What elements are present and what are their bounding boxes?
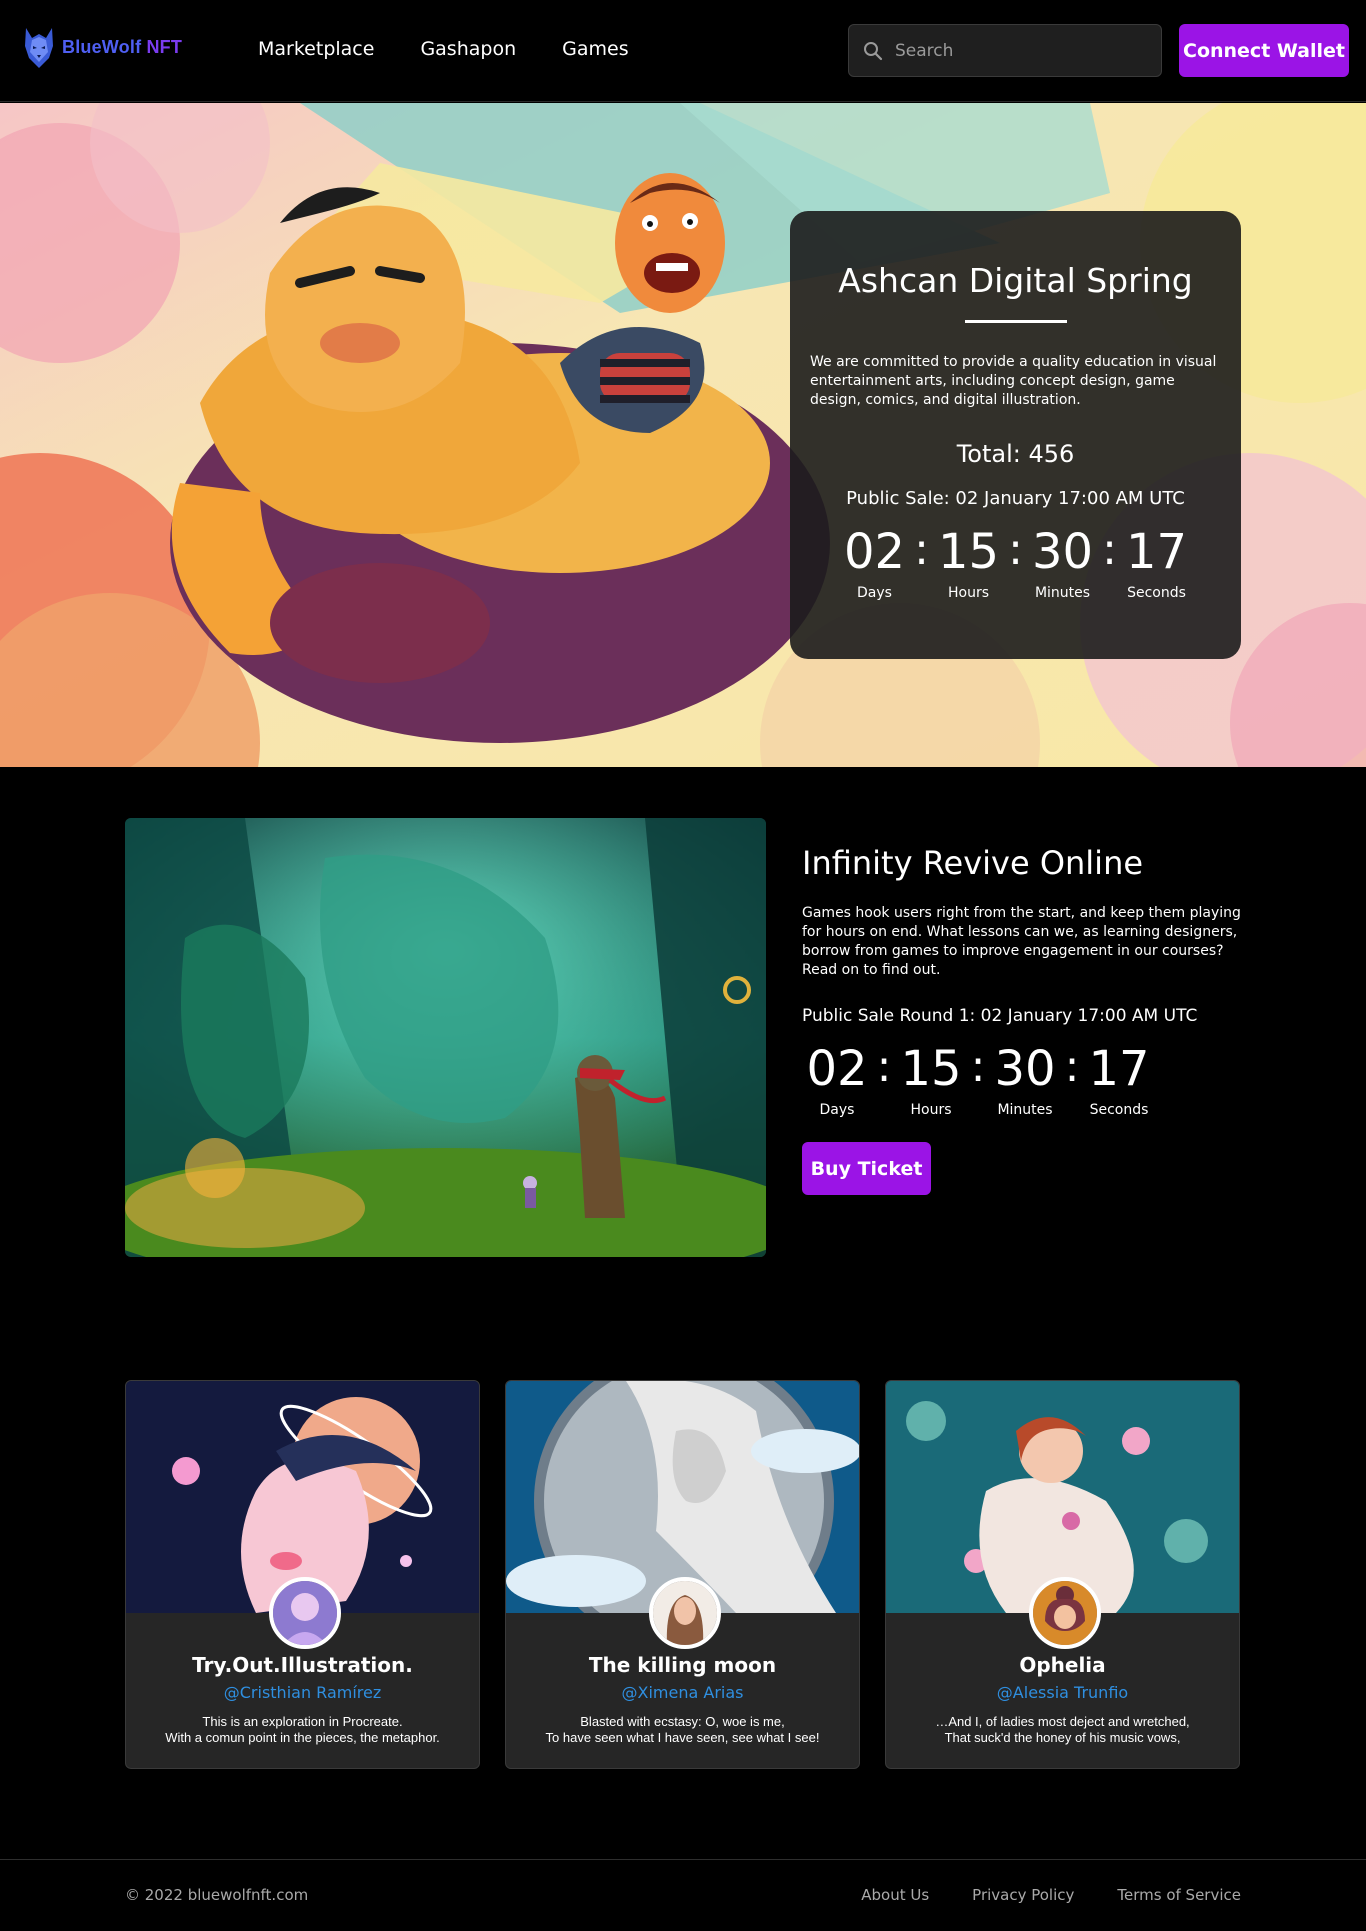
title-divider [964,320,1067,323]
countdown-hours: 15 Hours [934,523,1004,601]
hero-public-sale: Public Sale: 02 January 17:00 AM UTC [846,488,1185,509]
nft-card-description: This is an exploration in Procreate. Wit… [165,1714,440,1745]
copyright-text: © 2022 bluewolfnft.com [125,1886,309,1904]
hero-countdown: 02 Days : 15 Hours : 30 Minutes : 17 Sec… [790,523,1241,601]
site-footer: © 2022 bluewolfnft.com About Us Privacy … [0,1859,1366,1931]
countdown-seconds-value: 17 [1125,524,1188,580]
nft-collection-cards: Try.Out.Illustration. @Cristhian Ramírez… [125,1380,1241,1769]
brand-name-main: BlueWolf [62,36,142,57]
countdown-minutes-label: Minutes [1034,585,1091,601]
avatar-image [273,1581,337,1645]
avatar-image [1033,1581,1097,1645]
nft-card-description: Blasted with ecstasy: O, woe is me, To h… [545,1714,820,1745]
countdown-separator: : [1008,524,1023,575]
countdown-hours: 15 Hours [896,1040,966,1118]
countdown-separator: : [876,1041,892,1092]
countdown-days-label: Days [857,585,892,601]
hero-description: We are committed to provide a quality ed… [810,354,1217,408]
hero-total: Total: 456 [956,440,1075,468]
countdown-separator: : [1064,1041,1080,1092]
countdown-days-value: 02 [843,524,906,580]
author-avatar[interactable] [649,1577,721,1649]
search-input[interactable] [895,40,1145,61]
countdown-seconds: 17 Seconds [1084,1040,1154,1118]
brand-logo[interactable]: BlueWolf NFT [22,24,182,70]
author-avatar[interactable] [269,1577,341,1649]
nft-card-title: The killing moon [588,1653,777,1677]
countdown-separator: : [914,524,929,575]
wolf-logo-icon [25,28,53,68]
countdown-seconds-value: 17 [1088,1041,1150,1097]
nav-link-marketplace[interactable]: Marketplace [258,38,374,60]
countdown-separator: : [970,1041,986,1092]
nft-card[interactable]: Ophelia @Alessia Trunfio …And I, of ladi… [885,1380,1240,1769]
hero-title: Ashcan Digital Spring [838,261,1193,300]
nft-card-author[interactable]: @Ximena Arias [622,1683,744,1702]
nft-card-description: …And I, of ladies most deject and wretch… [935,1714,1190,1745]
search-box[interactable] [848,24,1162,77]
footer-link-privacy[interactable]: Privacy Policy [972,1886,1074,1904]
feature-drop-info: Infinity Revive Online Games hook users … [802,844,1242,1195]
footer-nav: About Us Privacy Policy Terms of Service [861,1886,1241,1904]
nft-card-title: Try.Out.Illustration. [192,1653,413,1677]
nft-card[interactable]: Try.Out.Illustration. @Cristhian Ramírez… [125,1380,480,1769]
countdown-days-label: Days [819,1102,855,1118]
nav-link-gashapon[interactable]: Gashapon [420,38,516,60]
nft-card[interactable]: The killing moon @Ximena Arias Blasted w… [505,1380,860,1769]
countdown-hours-value: 15 [900,1041,962,1097]
brand-name: BlueWolf NFT [62,37,182,58]
hero-drop-card: Ashcan Digital Spring We are committed t… [790,211,1241,659]
countdown-separator: : [1102,524,1117,575]
main-nav: Marketplace Gashapon Games [258,38,629,60]
countdown-days: 02 Days [802,1040,872,1118]
countdown-minutes: 30 Minutes [1028,523,1098,601]
feature-countdown: 02 Days : 15 Hours : 30 Minutes : 17 Sec… [802,1040,1242,1118]
countdown-seconds: 17 Seconds [1122,523,1192,601]
search-icon [864,41,883,60]
countdown-minutes-label: Minutes [997,1102,1053,1118]
countdown-hours-value: 15 [937,524,1000,580]
feature-description: Games hook users right from the start, a… [802,905,1241,978]
countdown-seconds-label: Seconds [1127,585,1186,601]
countdown-hours-label: Hours [910,1102,952,1118]
countdown-seconds-label: Seconds [1089,1102,1149,1118]
countdown-hours-label: Hours [947,585,989,601]
top-navbar: BlueWolf NFT Marketplace Gashapon Games … [0,0,1366,102]
footer-link-about[interactable]: About Us [861,1886,929,1904]
feature-title: Infinity Revive Online [802,844,1144,882]
nft-card-author[interactable]: @Cristhian Ramírez [224,1683,382,1702]
buy-ticket-button[interactable]: Buy Ticket [802,1142,931,1195]
avatar-image [653,1581,717,1645]
feature-public-sale: Public Sale Round 1: 02 January 17:00 AM… [802,1006,1198,1026]
countdown-days-value: 02 [806,1041,868,1097]
countdown-minutes-value: 30 [994,1041,1056,1097]
brand-name-suffix: NFT [146,36,183,57]
hero-banner: Ashcan Digital Spring We are committed t… [0,103,1366,767]
author-avatar[interactable] [1029,1577,1101,1649]
nav-link-games[interactable]: Games [562,38,628,60]
footer-link-terms[interactable]: Terms of Service [1117,1886,1241,1904]
countdown-minutes-value: 30 [1031,524,1094,580]
nft-card-author[interactable]: @Alessia Trunfio [997,1683,1128,1702]
countdown-days: 02 Days [840,523,910,601]
connect-wallet-button[interactable]: Connect Wallet [1179,24,1349,77]
nft-card-title: Ophelia [1019,1653,1106,1677]
feature-artwork [125,818,766,1257]
countdown-minutes: 30 Minutes [990,1040,1060,1118]
